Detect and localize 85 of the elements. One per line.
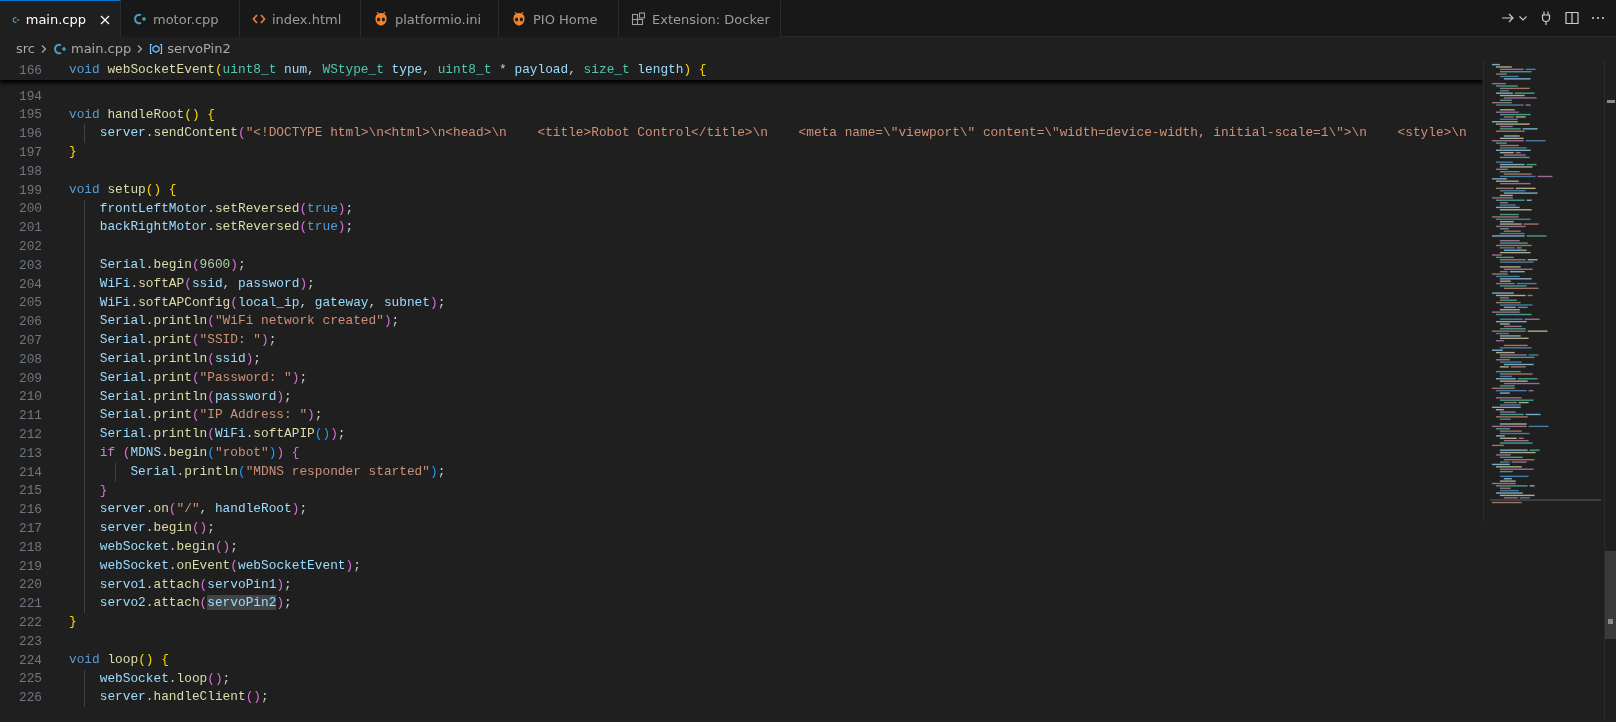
- code-line: server.begin();: [98, 520, 215, 536]
- alien-head-icon: [373, 11, 389, 27]
- line-number: 194: [17, 88, 42, 104]
- line-number: 206: [17, 314, 42, 330]
- chevron-right-icon: [39, 43, 49, 54]
- split-editor-icon[interactable]: [1564, 10, 1580, 26]
- line-number: 214: [17, 464, 42, 480]
- line-number: 225: [17, 671, 42, 687]
- line-number: 221: [17, 596, 42, 612]
- line-number: 203: [17, 257, 42, 273]
- minimap[interactable]: [1483, 60, 1604, 522]
- code-line: Serial.println("MDNS responder started");: [129, 463, 446, 479]
- breadcrumb-item[interactable]: servoPin2: [167, 41, 231, 56]
- code-line: Serial.println("WiFi network created");: [98, 313, 400, 329]
- code-line: WiFi.softAP(ssid, password);: [98, 275, 315, 291]
- code-line: webSocket.loop();: [98, 670, 231, 686]
- editor-tab[interactable]: platformio.ini: [361, 0, 499, 37]
- code-line: Serial.println(ssid);: [98, 350, 262, 366]
- editor-tab[interactable]: PIO Home: [499, 0, 619, 37]
- code-line: Serial.print("Password: ");: [98, 369, 308, 385]
- line-number: 219: [17, 558, 42, 574]
- line-number: 208: [17, 351, 42, 367]
- line-number: 166: [17, 62, 42, 78]
- line-number: 201: [17, 220, 42, 236]
- code-line: server.sendContent("<!DOCTYPE html>\n<html>\n<head>\n <title>Robot Control</title>\n <meta name=\"viewport\" content=\"width=device-width, initial-scale=1\">\n <style>\n: [98, 125, 1467, 141]
- code-line: Serial.print("IP Address: ");: [98, 407, 323, 423]
- code-line: }: [98, 482, 108, 498]
- line-number: 205: [17, 295, 42, 311]
- bracket-symbol-icon: [149, 41, 164, 56]
- code-line: backRightMotor.setReversed(true);: [98, 219, 354, 235]
- blocks-icon: [631, 11, 646, 27]
- code-line: void webSocketEvent(uint8_t num, WStype_t type, uint8_t * payload, size_t length) {: [69, 62, 707, 77]
- code-line: WiFi.softAPConfig(local_ip, gateway, subnet);: [98, 294, 446, 310]
- line-number: 223: [17, 633, 42, 649]
- code-line: Serial.println(password);: [98, 388, 292, 404]
- code-line: Serial.begin(9600);: [98, 256, 246, 272]
- editor-tab[interactable]: motor.cpp: [121, 0, 240, 37]
- line-number: 204: [17, 276, 42, 292]
- line-number: 200: [17, 201, 42, 217]
- c-plus-icon: [133, 12, 147, 26]
- close-icon[interactable]: [100, 14, 110, 25]
- editor-tab[interactable]: main.cpp: [0, 0, 121, 38]
- code-line: frontLeftMotor.setReversed(true);: [98, 200, 354, 216]
- line-number: 226: [17, 690, 42, 706]
- line-number: 213: [17, 445, 42, 461]
- line-number: 211: [17, 408, 42, 424]
- breadcrumb-item[interactable]: main.cpp: [71, 41, 132, 56]
- editor-tab[interactable]: Extension: Docker: [619, 0, 781, 37]
- code-line: server.on("/", handleRoot);: [98, 501, 308, 517]
- line-number: 215: [17, 483, 42, 499]
- line-number: 212: [17, 427, 42, 443]
- line-number: 209: [17, 370, 42, 386]
- code-line: Serial.println(WiFi.softAPIP());: [98, 426, 346, 442]
- line-number: 199: [17, 182, 42, 198]
- line-number: 195: [17, 107, 42, 123]
- line-number: 217: [17, 521, 42, 536]
- code-line: void handleRoot() {: [69, 106, 215, 122]
- code-line: void loop() {: [69, 651, 169, 667]
- code-line: void setup() {: [69, 181, 177, 197]
- code-line: if (MDNS.begin("robot")) {: [98, 444, 300, 460]
- line-number: 196: [17, 126, 42, 142]
- line-number: 198: [17, 163, 42, 179]
- code-line: webSocket.begin();: [98, 538, 238, 554]
- code-line: Serial.print("SSID: ");: [98, 332, 277, 348]
- code-line: }: [69, 144, 77, 160]
- line-number: 216: [17, 502, 42, 518]
- line-number: 218: [17, 539, 42, 555]
- code-line: servo2.attach(servoPin2);: [98, 595, 292, 611]
- line-number: 207: [17, 333, 42, 349]
- alien-head-icon: [511, 11, 527, 27]
- code-line: }: [69, 614, 77, 630]
- line-number: 202: [17, 239, 42, 255]
- c-plus-icon: [53, 41, 67, 56]
- line-number: 210: [17, 389, 42, 405]
- line-number: 220: [17, 577, 42, 593]
- line-number: 222: [17, 615, 42, 630]
- line-number: 224: [17, 652, 42, 668]
- code-brackets-icon: [252, 12, 266, 26]
- editor-tab[interactable]: index.html: [240, 0, 361, 37]
- chevron-down-icon[interactable]: [1518, 13, 1528, 23]
- breadcrumb-item[interactable]: src: [16, 41, 35, 56]
- line-number: 197: [17, 145, 42, 161]
- code-line: server.handleClient();: [98, 689, 269, 705]
- code-line: servo1.attach(servoPin1);: [98, 576, 292, 592]
- code-line: webSocket.onEvent(webSocketEvent);: [98, 557, 361, 573]
